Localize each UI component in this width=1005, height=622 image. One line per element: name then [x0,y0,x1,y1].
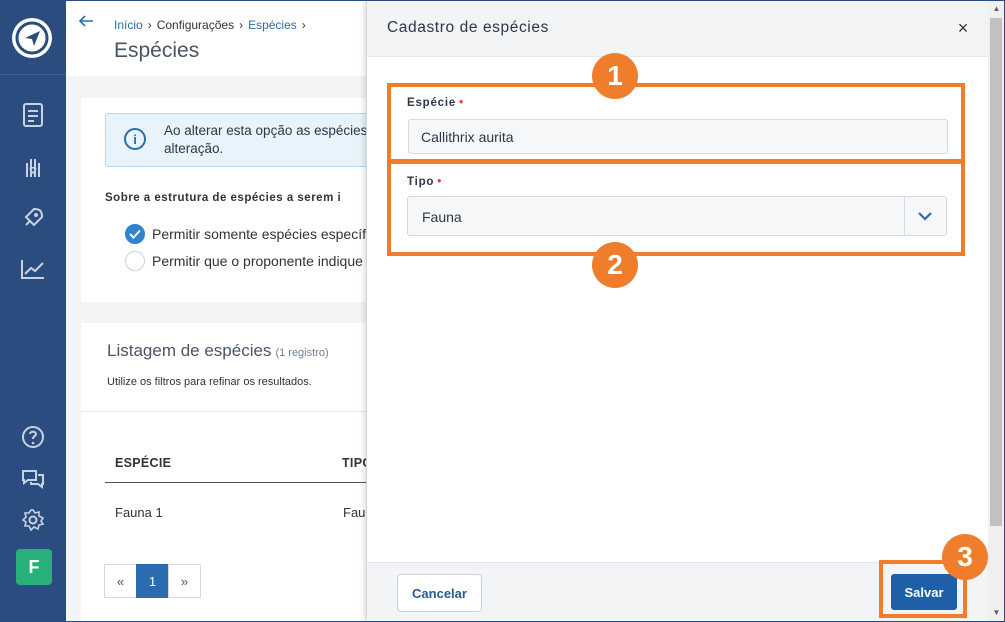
breadcrumb-current[interactable]: Espécies [248,18,297,32]
cell-tipo: Faur [343,505,366,520]
sidebar: F [0,0,66,622]
radio-option-label: Permitir que o proponente indique e [152,253,366,269]
radio-checked-icon[interactable] [125,224,145,244]
panel-header: Cadastro de espécies × [367,0,988,57]
callout-box-tipo [387,160,965,256]
structure-label: Sobre a estrutura de espécies a serem i [105,192,342,204]
panel-title: Cadastro de espécies [387,19,549,36]
gear-icon[interactable] [19,506,47,534]
radio-option-label: Permitir somente espécies específic [152,226,366,242]
breadcrumb-separator: › [301,18,306,32]
breadcrumb-separator: › [239,18,244,32]
step-badge-2: 2 [592,242,638,288]
list-subtitle: Utilize os filtros para refinar os resul… [107,376,312,388]
list-title: Listagem de espécies (1 registro) [107,341,329,361]
scroll-down-icon[interactable]: ▼ [988,604,1005,620]
cell-especie: Fauna 1 [115,505,163,520]
pagination-next[interactable]: » [168,564,201,598]
table-header: ESPÉCIE TIPO [105,456,366,470]
rocket-icon[interactable] [19,204,47,232]
breadcrumb-home[interactable]: Início [114,18,143,32]
info-text: Ao alterar esta opção as espécies altera… [164,123,366,156]
list-title-text: Listagem de espécies [107,341,272,360]
info-icon: i [124,128,146,150]
species-list-card: Listagem de espécies (1 registro) Utilize… [81,323,366,622]
radio-option-proponent[interactable]: Permitir que o proponente indique e [125,251,366,271]
document-icon[interactable] [19,101,47,129]
pagination-page[interactable]: 1 [136,564,169,598]
breadcrumb-settings[interactable]: Configurações [157,18,234,32]
scroll-thumb[interactable] [990,18,1002,526]
table-row[interactable]: Fauna 1 Faur [115,505,366,520]
callout-box-especie [387,83,965,163]
breadcrumb: Início › Configurações › Espécies › [114,18,311,32]
radio-unchecked-icon[interactable] [125,251,145,271]
help-icon[interactable] [19,423,47,451]
info-alert: i Ao alterar esta opção as espécies alte… [105,113,366,167]
table-header-line [105,482,366,483]
chart-icon[interactable] [19,255,47,283]
back-arrow-icon[interactable] [78,14,94,33]
pagination: « 1 » [104,564,201,598]
close-icon[interactable]: × [953,18,973,38]
divider [81,411,366,412]
cancel-button[interactable]: Cancelar [397,574,482,612]
step-badge-3: 3 [942,534,988,580]
chat-icon[interactable] [19,464,47,492]
hand-heart-icon[interactable] [19,152,47,180]
radio-option-specific[interactable]: Permitir somente espécies específic [125,224,366,244]
logo-icon[interactable] [12,18,52,58]
pagination-prev[interactable]: « [104,564,137,598]
list-count: (1 registro) [275,347,329,359]
scrollbar[interactable]: ▲ ▼ [988,0,1005,622]
sidebar-divider [0,74,66,75]
avatar[interactable]: F [16,549,52,585]
page-title: Espécies [114,39,200,62]
breadcrumb-separator: › [147,18,152,32]
step-badge-1: 1 [592,53,638,99]
column-header-especie[interactable]: ESPÉCIE [115,456,171,470]
column-header-tipo[interactable]: TIPO [342,456,366,470]
main-content: Início › Configurações › Espécies › Espécies … [66,0,366,622]
scroll-up-icon[interactable]: ▲ [988,0,1005,16]
page-header: Início › Configurações › Espécies › Espécies [66,0,366,76]
settings-card: i Ao alterar esta opção as espécies alte… [81,98,366,302]
